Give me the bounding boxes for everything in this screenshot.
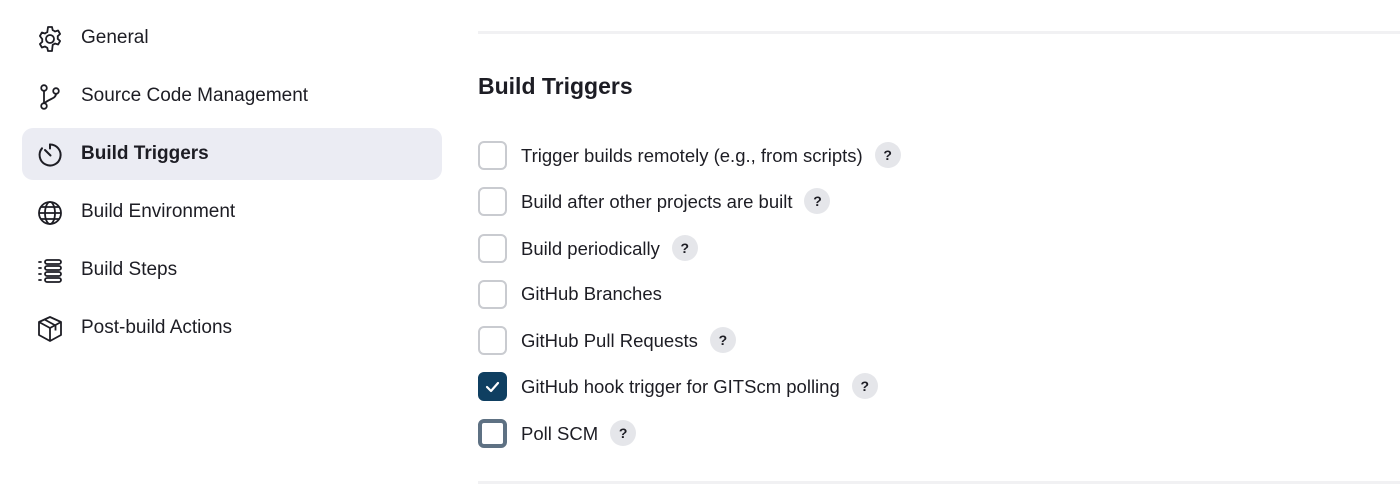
trigger-label-text: GitHub Pull Requests [521,330,698,352]
trigger-after-other-projects-checkbox[interactable] [478,187,507,217]
trigger-row-remote: Trigger builds remotely (e.g., from scri… [478,139,1378,185]
trigger-label[interactable]: Build after other projects are built? [521,188,831,216]
trigger-label[interactable]: GitHub Branches [521,283,662,305]
trigger-label-text: Build after other projects are built [521,191,793,213]
sidebar-item-label: General [81,27,149,48]
list-icon [35,256,65,286]
trigger-poll-scm-checkbox[interactable] [478,418,507,448]
trigger-github-pull-requests-checkbox[interactable] [478,326,507,356]
section-divider [478,481,1400,484]
trigger-label-text: GitHub hook trigger for GITScm polling [521,376,840,398]
config-sidebar: General Source Code Management Build Tri… [22,12,442,360]
sidebar-item-label: Build Environment [81,201,236,222]
trigger-label-text: Poll SCM [521,422,599,444]
sidebar-item-build-environment[interactable]: Build Environment [22,186,442,238]
checkmark-icon [485,382,500,393]
sidebar-item-label: Build Steps [81,259,178,280]
trigger-row-github-branches: GitHub Branches [478,278,1378,324]
trigger-label-text: GitHub Branches [521,282,662,304]
help-icon[interactable]: ? [610,419,637,446]
trigger-github-branches-checkbox[interactable] [478,279,507,309]
build-triggers-list: Trigger builds remotely (e.g., from scri… [478,139,1378,463]
trigger-periodically-checkbox[interactable] [478,233,507,263]
trigger-label[interactable]: Poll SCM? [521,419,637,448]
trigger-row-github-pull-requests: GitHub Pull Requests? [478,324,1378,370]
timer-icon [35,140,65,170]
job-configuration-page: General Source Code Management Build Tri… [0,0,1400,487]
globe-icon [35,198,65,228]
trigger-label[interactable]: GitHub hook trigger for GITScm polling? [521,373,878,401]
trigger-github-hook-checkbox[interactable] [478,372,507,402]
sidebar-item-build-steps[interactable]: Build Steps [22,244,442,296]
trigger-label[interactable]: Trigger builds remotely (e.g., from scri… [521,142,901,170]
sidebar-item-post-build-actions[interactable]: Post-build Actions [22,302,442,354]
sidebar-item-source-code-management[interactable]: Source Code Management [22,70,442,122]
help-icon[interactable]: ? [709,327,736,354]
sidebar-item-general[interactable]: General [22,12,442,64]
trigger-row-github-hook: GitHub hook trigger for GITScm polling? [478,370,1378,416]
sidebar-item-label: Source Code Management [81,85,309,106]
help-icon[interactable]: ? [671,234,698,261]
gear-icon [35,24,65,54]
trigger-label-text: Build periodically [521,237,660,259]
help-icon[interactable]: ? [874,142,901,168]
git-branch-icon [35,82,65,112]
sidebar-item-label: Build Triggers [81,143,209,164]
trigger-label-text: Trigger builds remotely (e.g., from scri… [521,144,863,166]
trigger-remote-checkbox[interactable] [478,141,507,170]
package-icon [35,314,65,344]
trigger-label[interactable]: Build periodically? [521,234,698,263]
section-divider [478,31,1400,34]
trigger-label[interactable]: GitHub Pull Requests? [521,327,736,355]
sidebar-item-build-triggers[interactable]: Build Triggers [22,128,442,180]
trigger-row-poll-scm: Poll SCM? [478,417,1378,463]
trigger-row-after-other-projects: Build after other projects are built? [478,185,1378,231]
trigger-row-periodically: Build periodically? [478,232,1378,278]
help-icon[interactable]: ? [851,373,878,400]
sidebar-item-label: Post-build Actions [81,317,233,338]
section-title: Build Triggers [478,73,633,99]
help-icon[interactable]: ? [804,188,831,215]
